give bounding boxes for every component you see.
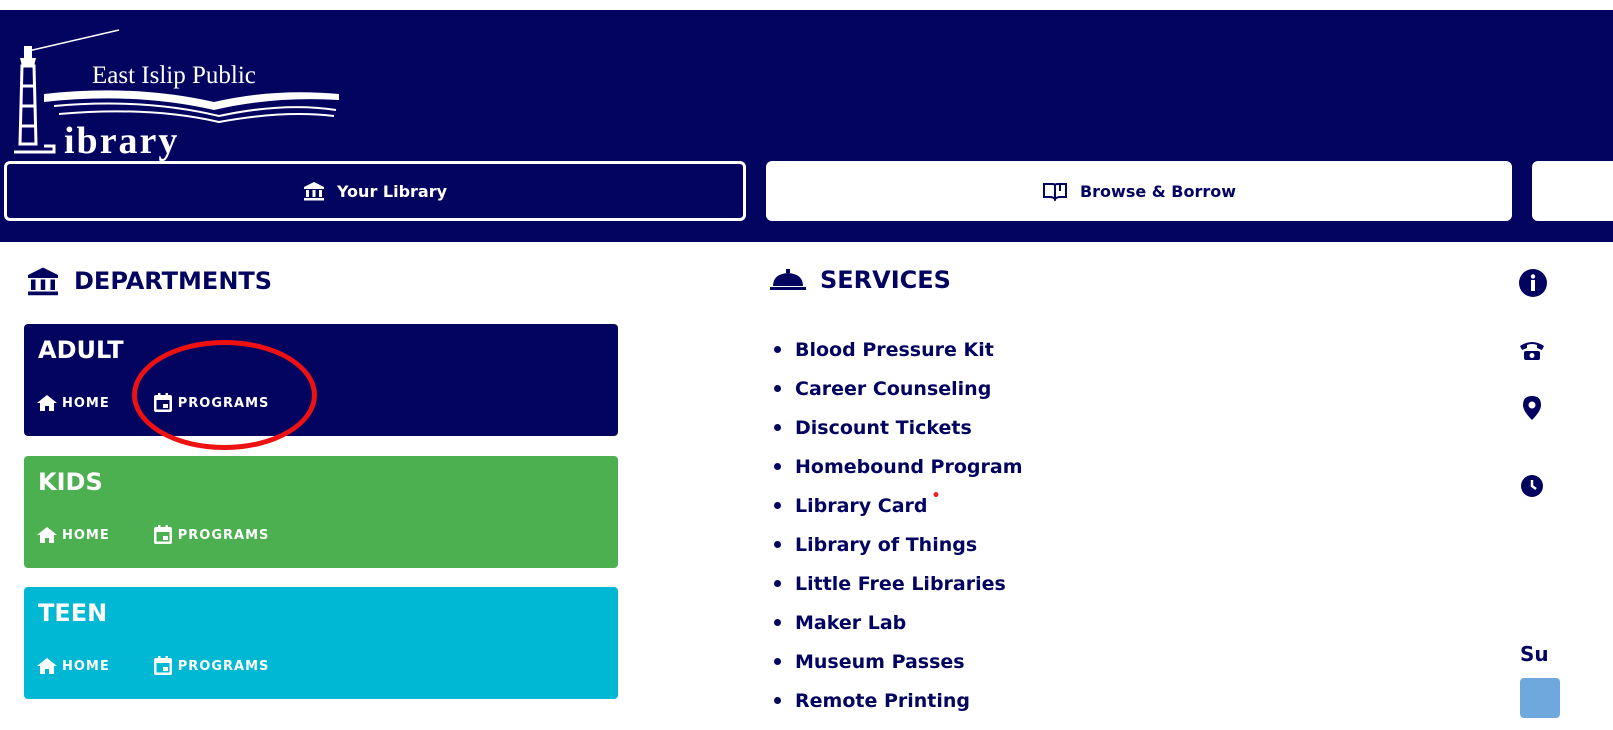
- departments-heading: DEPARTMENTS: [26, 266, 272, 296]
- list-item[interactable]: Remote Printing: [774, 681, 1023, 720]
- dept-card-kids: KIDS HOME PROGRAMS: [24, 456, 618, 568]
- logo-library-text: ibrary: [64, 120, 180, 162]
- programs-link-label: PROGRAMS: [177, 527, 270, 543]
- list-item[interactable]: Discount Tickets: [774, 408, 1023, 447]
- clock-icon: [1521, 475, 1543, 497]
- departments-title: DEPARTMENTS: [74, 267, 273, 295]
- list-item[interactable]: Maker Lab: [774, 603, 1023, 642]
- site-header: East Islip Public ibrary Your Library Br…: [0, 10, 1613, 242]
- services-title: SERVICES: [820, 266, 951, 294]
- tab-browse-borrow-label: Browse & Borrow: [1079, 181, 1237, 201]
- tab-your-library[interactable]: Your Library: [4, 161, 746, 221]
- tab-partial[interactable]: [1532, 161, 1613, 221]
- home-link-label: HOME: [62, 527, 110, 543]
- adult-programs-link[interactable]: PROGRAMS: [152, 392, 270, 414]
- teen-programs-link[interactable]: PROGRAMS: [152, 655, 270, 677]
- list-item[interactable]: Little Free Libraries: [774, 564, 1023, 603]
- home-icon: [37, 395, 57, 411]
- logo-title-text: East Islip Public: [92, 62, 256, 89]
- list-item[interactable]: Library Card •: [774, 486, 1023, 525]
- bank-icon: [28, 267, 58, 296]
- services-list: Blood Pressure Kit Career Counseling Dis…: [774, 330, 1023, 720]
- dept-name: ADULT: [38, 336, 124, 364]
- list-item[interactable]: Homebound Program: [774, 447, 1023, 486]
- kids-programs-link[interactable]: PROGRAMS: [152, 524, 270, 546]
- service-bell-icon: [770, 269, 806, 290]
- calendar-icon: [153, 656, 172, 675]
- home-icon: [37, 527, 57, 543]
- calendar-icon: [153, 393, 172, 412]
- kids-home-link[interactable]: HOME: [36, 524, 110, 546]
- tab-your-library-label: Your Library: [336, 181, 448, 201]
- list-item[interactable]: Museum Passes: [774, 642, 1023, 681]
- tab-browse-borrow[interactable]: Browse & Borrow: [766, 161, 1512, 221]
- dept-card-adult: ADULT HOME PROGRAMS: [24, 324, 618, 436]
- map-pin-icon: [1523, 396, 1541, 420]
- social-icon-partial[interactable]: [1520, 678, 1560, 718]
- programs-link-label: PROGRAMS: [177, 395, 270, 411]
- home-icon: [37, 658, 57, 674]
- programs-link-label: PROGRAMS: [177, 658, 270, 674]
- bank-icon: [303, 182, 324, 201]
- dept-name: KIDS: [38, 468, 103, 496]
- phone-icon: [1520, 342, 1544, 360]
- home-link-label: HOME: [62, 658, 110, 674]
- library-logo[interactable]: East Islip Public ibrary: [14, 24, 354, 164]
- adult-home-link[interactable]: HOME: [36, 392, 110, 414]
- new-indicator-dot: •: [931, 487, 941, 504]
- list-item[interactable]: Library of Things: [774, 525, 1023, 564]
- calendar-icon: [153, 525, 172, 544]
- home-link-label: HOME: [62, 395, 110, 411]
- subscribe-heading-partial: Su: [1520, 642, 1549, 666]
- services-heading: SERVICES: [770, 266, 951, 294]
- book-icon: [1042, 183, 1067, 201]
- teen-home-link[interactable]: HOME: [36, 655, 110, 677]
- info-icon: [1519, 269, 1547, 297]
- dept-name: TEEN: [38, 599, 108, 627]
- list-item[interactable]: Career Counseling: [774, 369, 1023, 408]
- list-item[interactable]: Blood Pressure Kit: [774, 330, 1023, 369]
- dept-card-teen: TEEN HOME PROGRAMS: [24, 587, 618, 699]
